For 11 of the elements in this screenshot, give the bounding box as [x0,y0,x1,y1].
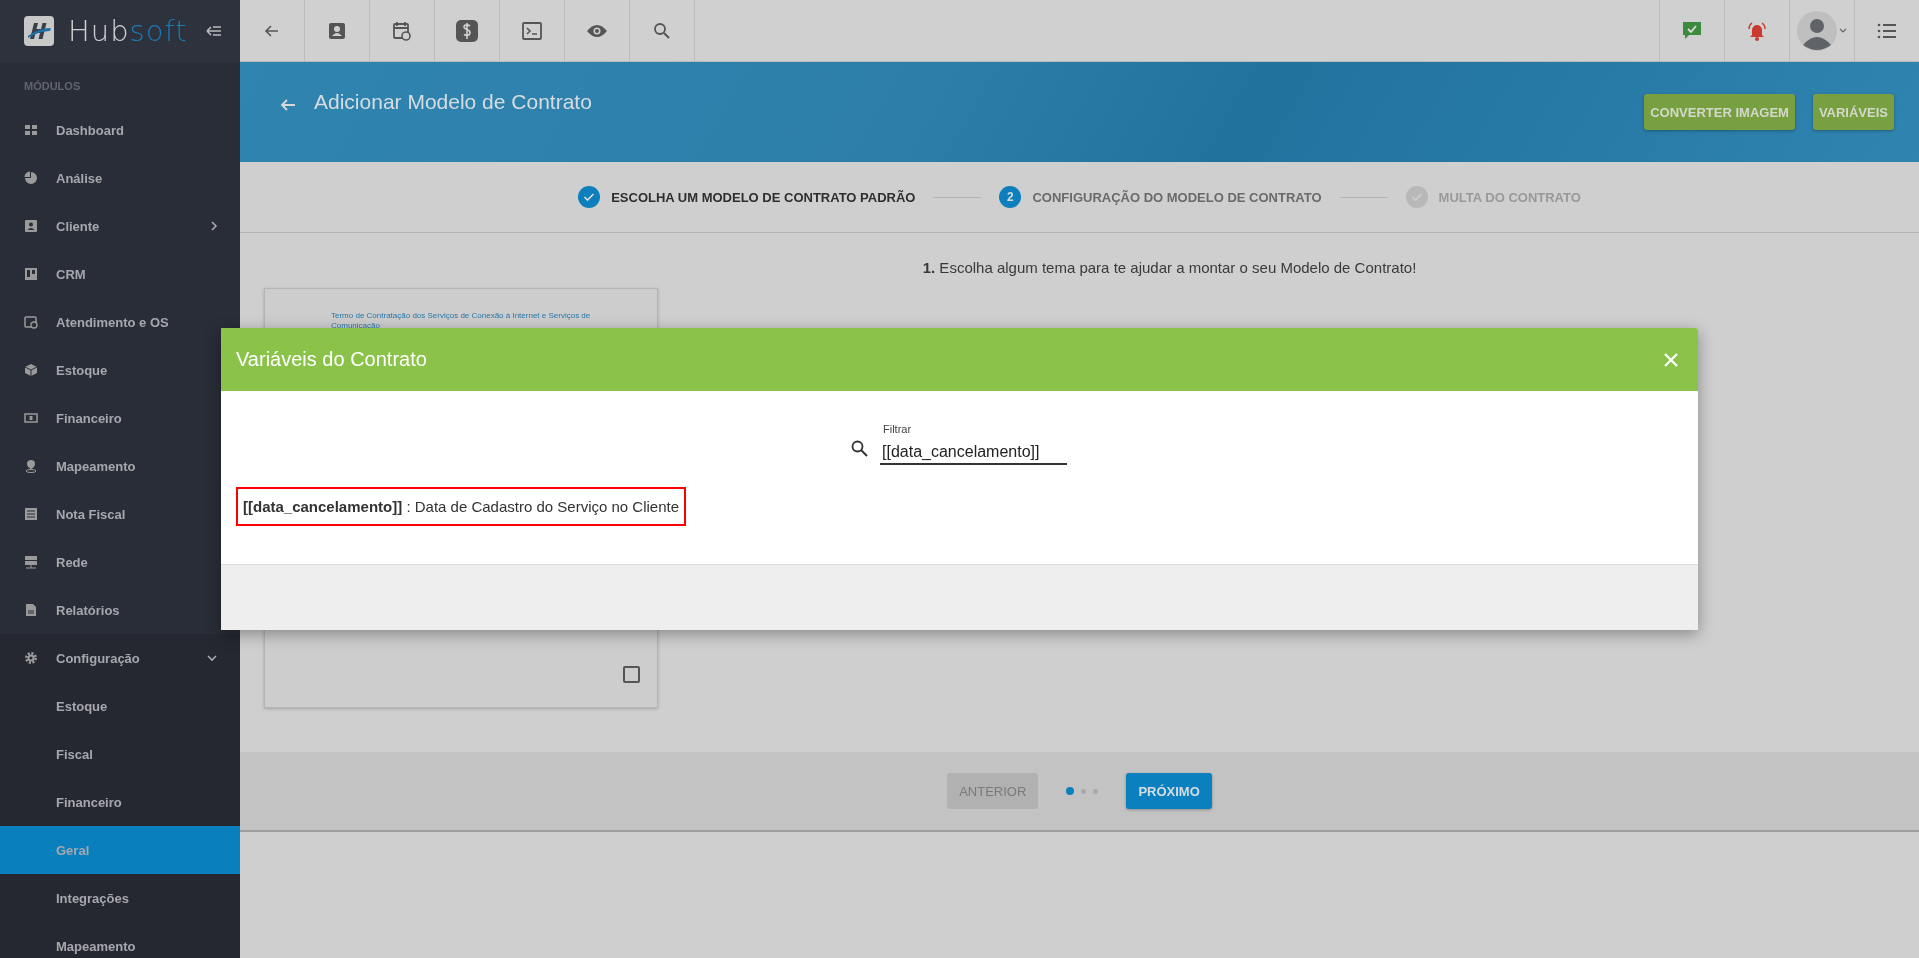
document-title: Termo de Contratação dos Serviços de Conexão à Internet e Serviços de Comunicação [331,311,592,331]
step-label: CONFIGURAÇÃO DO MODELO DE CONTRATO [1032,189,1322,205]
brand-name: Hubsoft [68,14,188,48]
step-number: 2 [999,186,1022,208]
instruction-text: 1. Escolha algum tema para te ajudar a montar o seu Modelo de Contrato! [921,259,1417,276]
field-label: Filtrar [882,423,913,435]
step-label: ESCOLHA UM MODELO DE CONTRATO PADRÃO [611,189,916,205]
page-title: Adicionar Modelo de Contrato [314,90,592,114]
variable-entry: [[data_cancelamento]] : Data de Cadastro do Serviço no Cliente [236,487,687,526]
modal-title: Variáveis do Contrato [236,348,427,371]
section-label: MÓDULOS [23,79,82,94]
